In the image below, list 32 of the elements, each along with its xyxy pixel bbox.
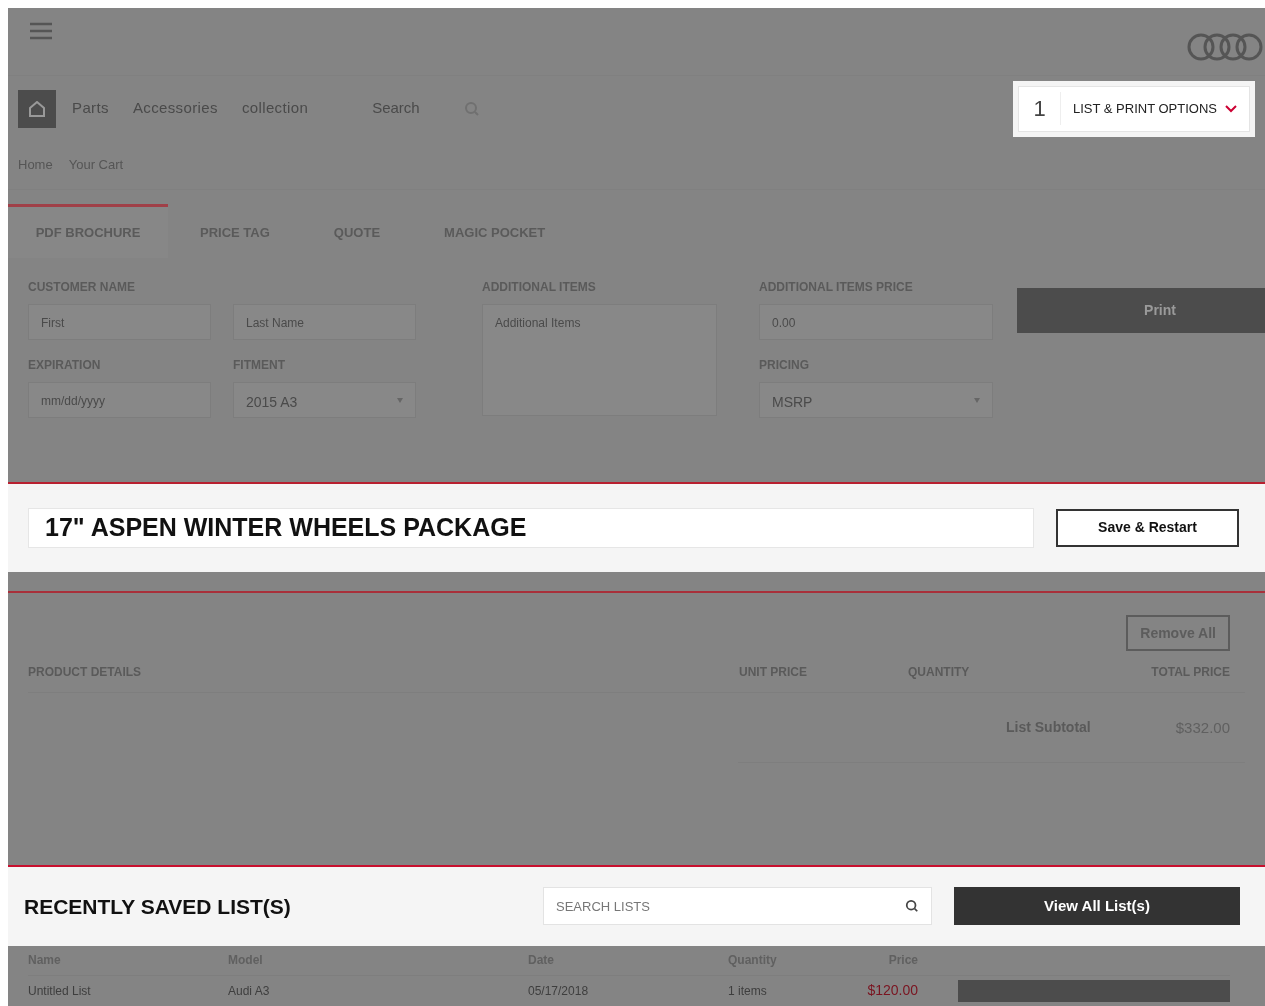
menu-icon[interactable] [28, 20, 54, 42]
caret-icon [397, 398, 403, 404]
table-cell-text: Audi A3 [228, 983, 271, 1000]
last-name-field[interactable]: Last Name [233, 304, 416, 341]
first-name-field[interactable]: First [28, 304, 211, 341]
table-cell-text: 05/17/2018 [528, 983, 590, 1000]
search-icon [905, 899, 919, 914]
table-cell-text: Untitled List [28, 983, 92, 1000]
table-cell-text: $120.00 [866, 981, 918, 1001]
item-count: 1 [1019, 92, 1061, 126]
caret-icon [974, 398, 980, 404]
nav-link[interactable]: Parts [72, 97, 109, 120]
search-lists-field[interactable]: SEARCH LISTS [543, 887, 932, 926]
home-icon [28, 100, 46, 117]
date-field[interactable]: mm/dd/yyyy [28, 382, 211, 419]
nav-link[interactable]: collection [241, 97, 309, 120]
list-title-field[interactable]: 17" ASPEN WINTER WHEELS PACKAGE [28, 507, 1034, 548]
price-field[interactable]: 0.00 [759, 304, 993, 341]
view-all-lists-button[interactable]: View All List(s) [954, 887, 1240, 926]
home-button[interactable] [18, 89, 56, 128]
table-cell-text: 1 items [728, 983, 768, 1000]
rings-logo-icon[interactable] [1187, 32, 1265, 62]
search-field[interactable]: Search [372, 97, 420, 120]
additional-items-field[interactable]: Additional Items [482, 304, 717, 417]
nav-link[interactable]: Accessories [132, 97, 218, 120]
fitment-select[interactable]: 2015 A3 [233, 382, 416, 419]
chevron-down-icon [1225, 104, 1237, 113]
section-title: RECENTLY SAVED LIST(S) [24, 893, 292, 920]
save-restart-button[interactable]: Save & Restart [1056, 508, 1239, 547]
list-options-button[interactable]: 1 LIST & PRINT OPTIONS [1018, 85, 1250, 132]
print-button[interactable]: Print [1017, 288, 1265, 334]
pricing-select[interactable]: MSRP [759, 382, 993, 419]
